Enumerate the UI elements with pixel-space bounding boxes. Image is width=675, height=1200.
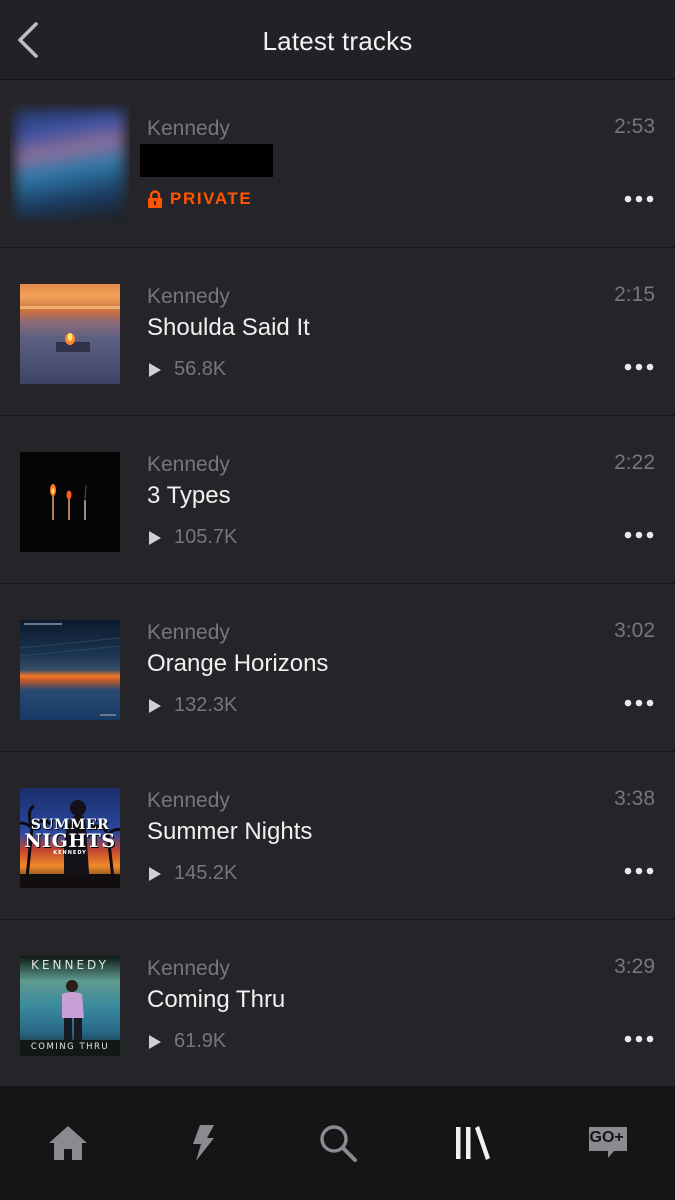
play-count-value: 56.8K [174, 358, 227, 380]
track-duration: 3:02 [614, 619, 655, 642]
go-plus-icon: GO+ [586, 1124, 630, 1162]
track-title: Summer Nights [147, 818, 313, 845]
more-icon [624, 531, 654, 539]
private-label: PRIVATE [170, 189, 253, 208]
more-options-button[interactable] [619, 688, 659, 718]
track-row[interactable]: Kennedy Orange Horizons 132.3K 3:02 [0, 584, 675, 752]
play-count-value: 132.3K [174, 694, 238, 716]
library-icon [455, 1126, 490, 1160]
play-icon [148, 1034, 162, 1050]
play-count: 56.8K [148, 358, 226, 381]
play-count: 132.3K [148, 694, 237, 717]
home-icon [48, 1126, 87, 1160]
track-title: 3 Types [147, 482, 231, 509]
more-options-button[interactable] [619, 1024, 659, 1054]
tab-home[interactable] [0, 1086, 135, 1200]
search-icon [319, 1125, 357, 1162]
more-icon [624, 867, 654, 875]
track-row[interactable]: Kennedy 3 Types 105.7K 2:22 [0, 416, 675, 584]
tab-bar: GO+ [0, 1086, 675, 1200]
track-artwork [20, 284, 120, 384]
track-title: Shoulda Said It [147, 314, 310, 341]
page-title: Latest tracks [262, 26, 413, 56]
track-duration: 2:15 [614, 283, 655, 306]
track-artist: Kennedy [147, 453, 230, 476]
more-options-button[interactable] [619, 352, 659, 382]
more-icon [624, 699, 654, 707]
more-icon [624, 1035, 654, 1043]
track-artwork: SUMMER NIGHTS KENNEDY [20, 788, 120, 888]
play-count: 61.9K [148, 1030, 226, 1053]
artwork-text: COMING THRU [30, 1042, 110, 1052]
track-artwork: KENNEDY COMING THRU [20, 956, 120, 1056]
more-icon [624, 363, 654, 371]
more-options-button[interactable] [619, 520, 659, 550]
play-count: 145.2K [148, 862, 237, 885]
track-row[interactable]: KENNEDY COMING THRU Kennedy Coming Thru … [0, 920, 675, 1088]
play-icon [148, 866, 162, 882]
tab-search[interactable] [270, 1086, 405, 1200]
lightning-icon [192, 1125, 214, 1161]
track-artist: Kennedy [147, 789, 230, 812]
track-artist: Kennedy [147, 621, 230, 644]
go-plus-label: GO+ [589, 1129, 624, 1146]
track-list: Kennedy PRIVATE 2:53 Kennedy Shoulda Sai… [0, 80, 675, 1088]
tab-stream[interactable] [135, 1086, 270, 1200]
play-icon [148, 362, 162, 378]
artwork-text: KENNEDY [31, 958, 109, 972]
tab-library[interactable] [405, 1086, 540, 1200]
track-artwork [20, 452, 120, 552]
track-title: Coming Thru [147, 986, 286, 1013]
track-duration: 3:38 [614, 787, 655, 810]
track-artist: Kennedy [147, 957, 230, 980]
track-artwork [10, 104, 130, 224]
track-duration: 2:53 [614, 115, 655, 138]
more-options-button[interactable] [619, 856, 659, 886]
play-count: 105.7K [148, 526, 237, 549]
play-count-value: 61.9K [174, 1030, 227, 1052]
track-row[interactable]: Kennedy PRIVATE 2:53 [0, 80, 675, 248]
track-artwork [20, 620, 120, 720]
track-duration: 2:22 [614, 451, 655, 474]
play-icon [148, 698, 162, 714]
lock-icon [147, 189, 163, 209]
top-bar: Latest tracks [0, 0, 675, 80]
more-options-button[interactable] [619, 184, 659, 214]
track-artist: Kennedy [147, 285, 230, 308]
redacted-title [140, 144, 273, 177]
artwork-text: NIGHTS [24, 830, 116, 852]
track-row[interactable]: SUMMER NIGHTS KENNEDY Kennedy Summer Nig… [0, 752, 675, 920]
play-count-value: 145.2K [174, 862, 238, 884]
play-icon [148, 530, 162, 546]
track-artist: Kennedy [147, 117, 230, 140]
tab-go-plus[interactable]: GO+ [540, 1086, 675, 1200]
track-title: Orange Horizons [147, 650, 329, 677]
more-icon [624, 195, 654, 203]
track-row[interactable]: Kennedy Shoulda Said It 56.8K 2:15 [0, 248, 675, 416]
private-badge: PRIVATE [147, 189, 252, 209]
track-duration: 3:29 [614, 955, 655, 978]
play-count-value: 105.7K [174, 526, 238, 548]
